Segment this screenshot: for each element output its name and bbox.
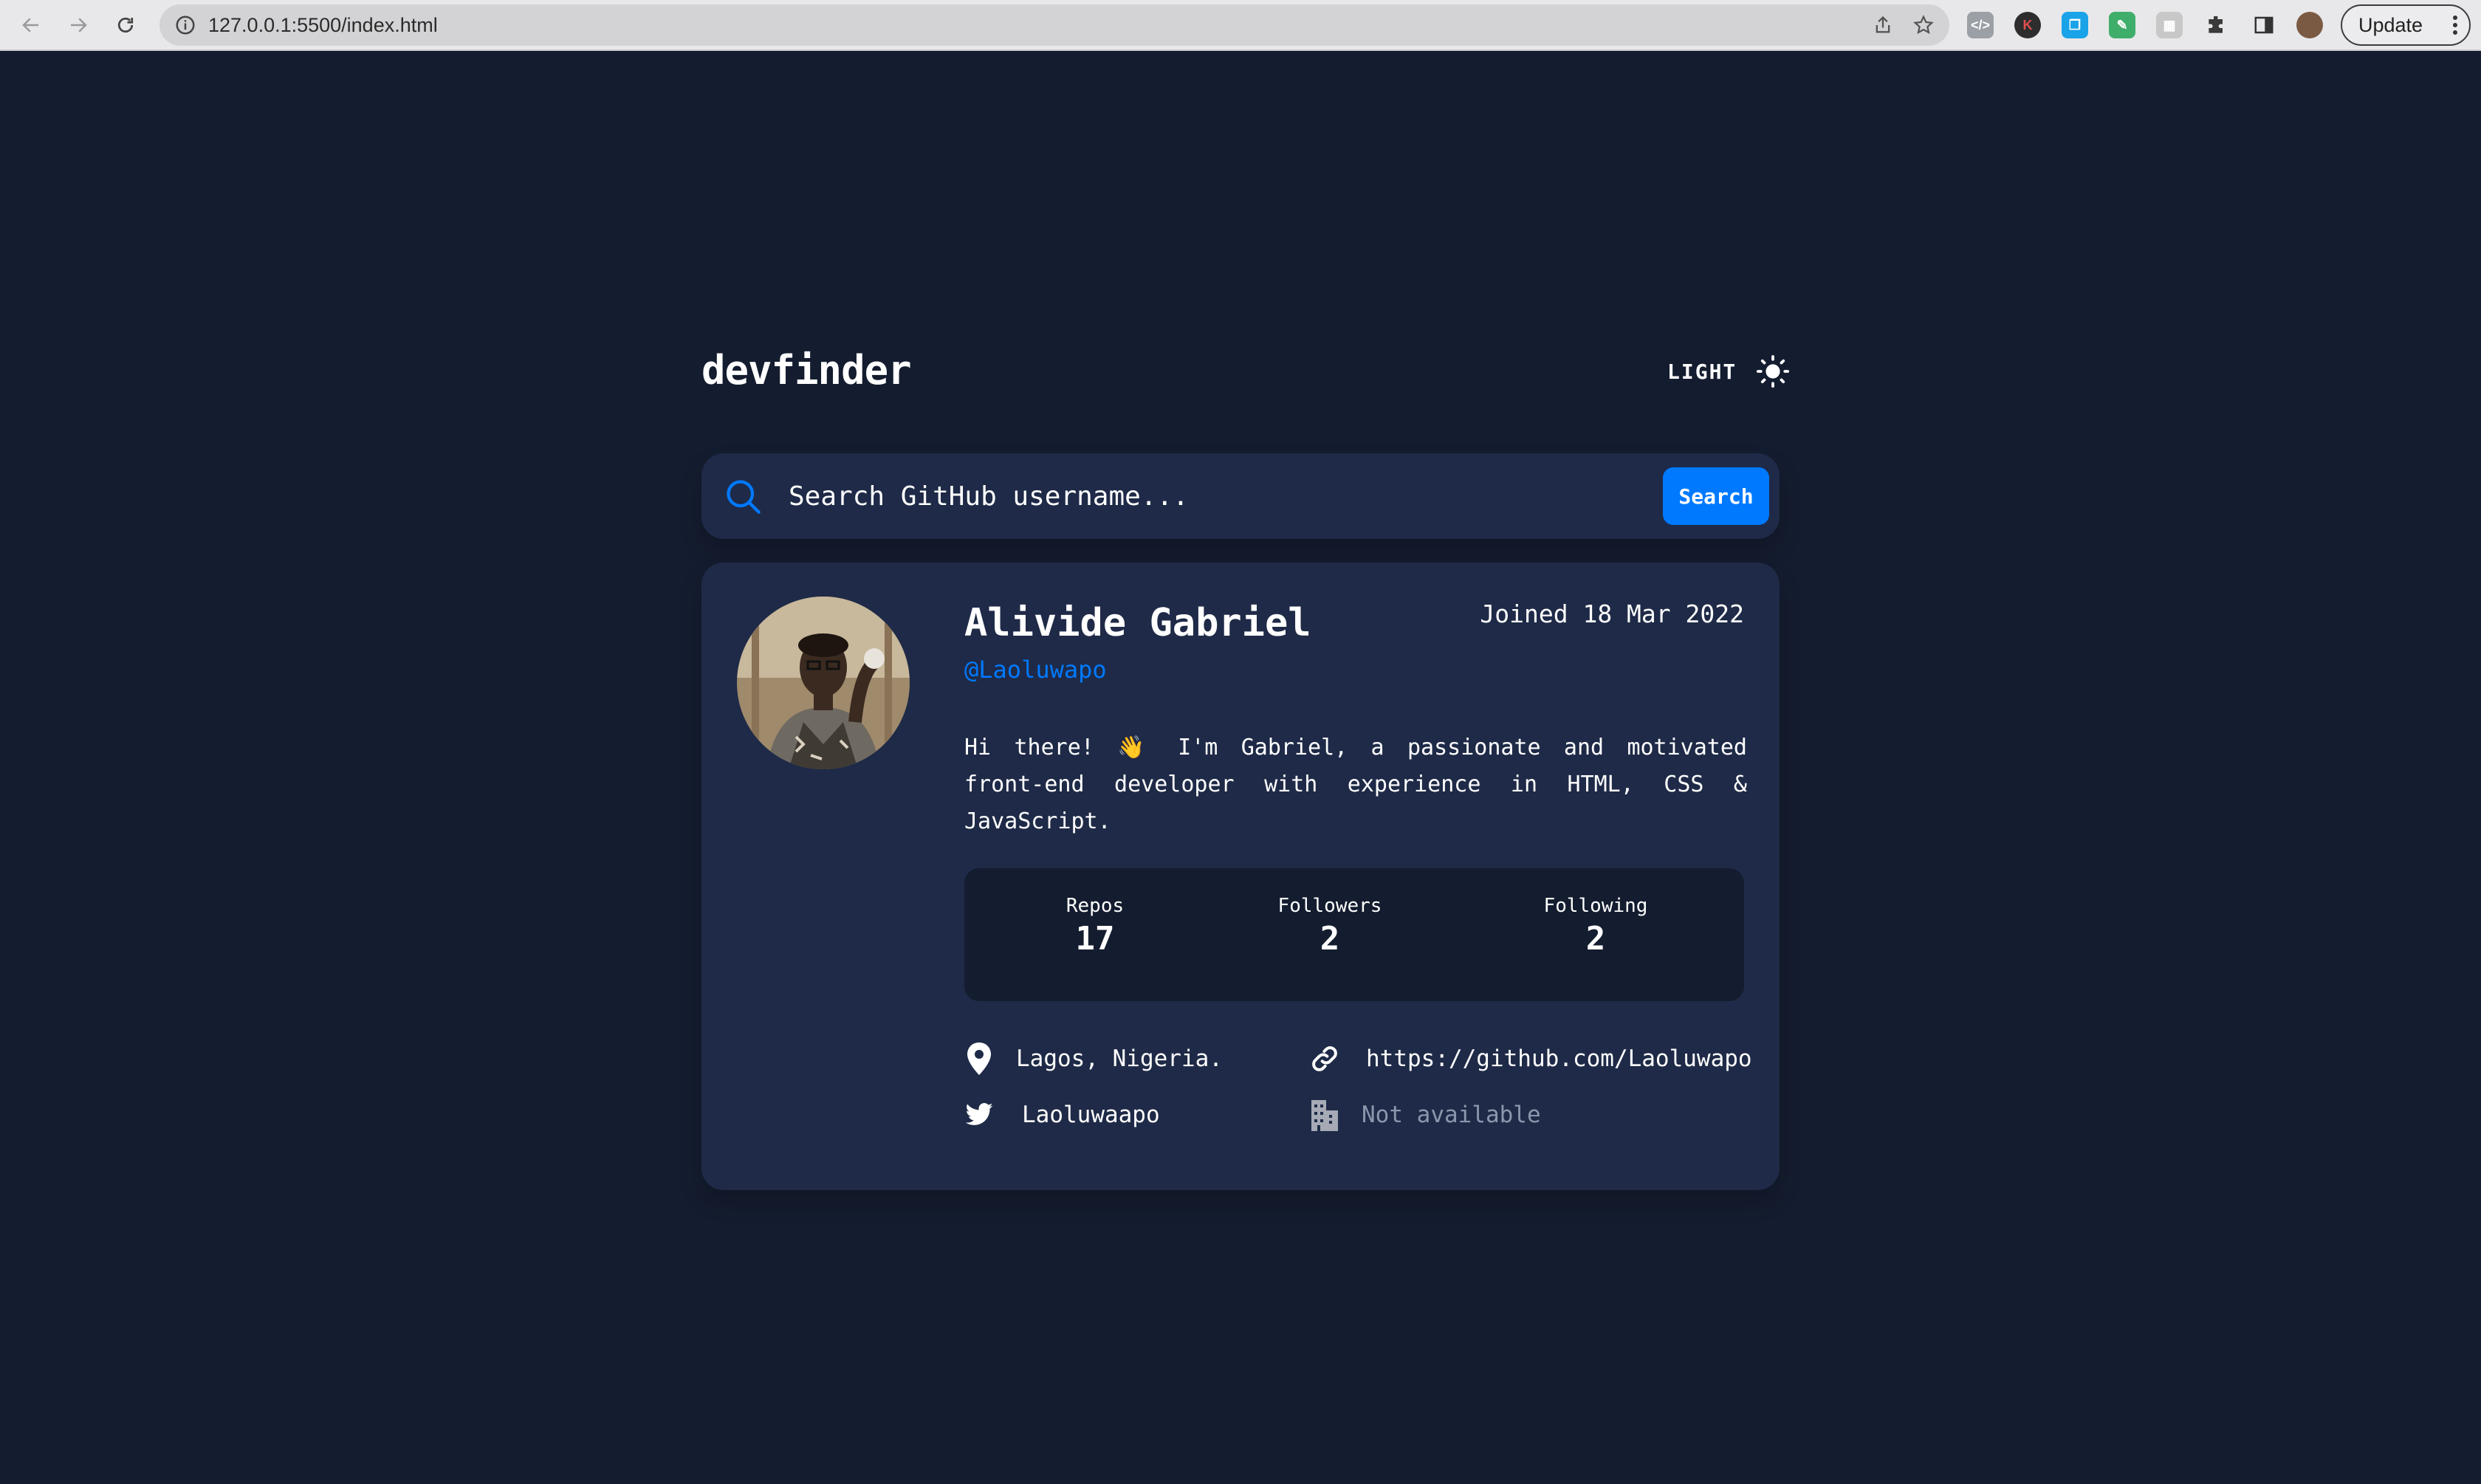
forward-button[interactable]	[64, 10, 93, 40]
avatar	[737, 597, 910, 769]
company-item: Not available	[1310, 1094, 1541, 1136]
url-text[interactable]: 127.0.0.1:5500/index.html	[208, 4, 438, 46]
search-icon	[727, 480, 761, 514]
location-text: Lagos, Nigeria.	[1016, 1045, 1223, 1072]
stat-followers: Followers 2	[1267, 895, 1393, 958]
blog-item[interactable]: https://github.com/Laoluwapo	[1310, 1038, 1752, 1079]
theme-toggle-label[interactable]: LIGHT	[1667, 360, 1737, 384]
profile-bio: Hi there! 👋 I'm Gabriel, a passionate an…	[964, 735, 1747, 834]
profile-card: Alivide Gabriel Joined 18 Mar 2022 @Laol…	[701, 563, 1780, 1190]
search-bar: Search	[701, 453, 1780, 539]
stat-following-label: Following	[1543, 895, 1648, 917]
back-arrow-icon	[22, 18, 38, 32]
theme-toggle[interactable]: LIGHT	[1667, 353, 1790, 390]
stat-repos: Repos 17	[1043, 895, 1147, 958]
profile-name: Alivide Gabriel	[964, 601, 1311, 645]
update-label: Update	[2358, 13, 2423, 36]
stat-following-value: 2	[1585, 920, 1606, 958]
stat-followers-label: Followers	[1277, 895, 1382, 917]
stat-repos-label: Repos	[1066, 895, 1125, 917]
bookmark-star-icon[interactable]	[1912, 14, 1935, 36]
office-building-icon	[1311, 1100, 1338, 1131]
stat-repos-value: 17	[1075, 920, 1115, 958]
reload-icon	[117, 17, 134, 33]
update-button[interactable]: Update	[2341, 4, 2471, 46]
location-item: Lagos, Nigeria.	[964, 1038, 1223, 1079]
twitter-item[interactable]: Laoluwaapo	[964, 1094, 1160, 1136]
sidebar-icon[interactable]	[2251, 12, 2277, 38]
company-text: Not available	[1362, 1102, 1541, 1128]
more-menu-icon[interactable]	[2453, 15, 2457, 35]
profile-links: Lagos, Nigeria. https://github.com/Laolu…	[964, 1038, 1752, 1149]
stat-followers-value: 2	[1320, 920, 1340, 958]
app-title: devfinder	[701, 347, 912, 394]
extension-code-icon[interactable]: </>	[1967, 12, 1994, 38]
search-button[interactable]: Search	[1663, 467, 1769, 525]
share-icon[interactable]	[1873, 15, 1893, 35]
puzzle-extensions-icon[interactable]	[2203, 12, 2230, 38]
link-icon	[1312, 1046, 1337, 1071]
forward-arrow-icon	[71, 18, 87, 32]
extension-eyedropper-icon[interactable]: ✎	[2109, 12, 2135, 38]
browser-toolbar: 127.0.0.1:5500/index.html </> K ❐ ✎ ▦ Up…	[0, 0, 2481, 51]
location-pin-icon	[967, 1042, 991, 1075]
extension-window-icon[interactable]: ❐	[2062, 12, 2088, 38]
info-icon[interactable]	[174, 14, 196, 36]
sun-icon[interactable]	[1756, 354, 1790, 388]
profile-handle[interactable]: @Laoluwapo	[964, 656, 1107, 684]
twitter-handle[interactable]: Laoluwaapo	[1022, 1102, 1160, 1128]
stat-following: Following 2	[1533, 895, 1658, 958]
profile-avatar-icon[interactable]	[2296, 12, 2323, 38]
address-bar[interactable]: 127.0.0.1:5500/index.html	[159, 4, 1949, 46]
search-input[interactable]	[789, 474, 1601, 518]
back-button[interactable]	[16, 10, 46, 40]
extension-k-icon[interactable]: K	[2014, 12, 2041, 38]
stats-panel: Repos 17 Followers 2 Following 2	[964, 868, 1744, 1001]
extension-grid-icon[interactable]: ▦	[2156, 12, 2183, 38]
reload-button[interactable]	[111, 10, 140, 40]
twitter-icon	[965, 1103, 993, 1125]
joined-date: Joined 18 Mar 2022	[1480, 600, 1744, 628]
blog-link[interactable]: https://github.com/Laoluwapo	[1366, 1045, 1752, 1072]
